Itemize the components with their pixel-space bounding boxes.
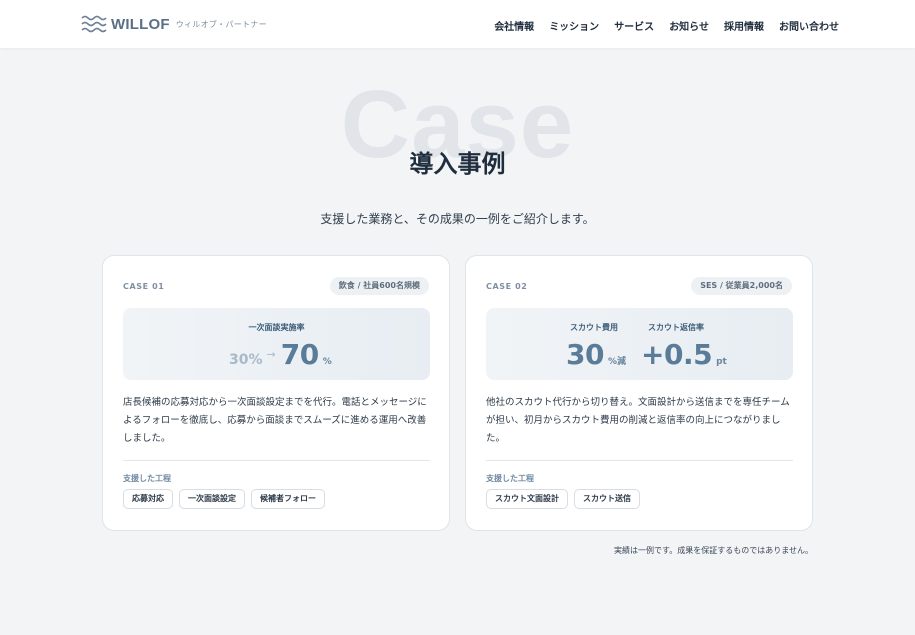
logo-text: WILLOF — [111, 15, 170, 33]
metric-after-value: 70 — [280, 338, 319, 371]
nav-contact[interactable]: お問い合わせ — [779, 18, 839, 33]
metric-label: 一次面談実施率 — [248, 323, 305, 332]
process-chip: スカウト文面設計 — [486, 489, 568, 509]
metric-cost-unit: %減 — [607, 357, 626, 367]
main-nav: 会社情報 ミッション サービス お知らせ 採用情報 お問い合わせ — [494, 18, 839, 33]
process-label: 支援した工程 — [486, 474, 534, 483]
case-label: CASE 02 — [486, 282, 528, 291]
nav-news[interactable]: お知らせ — [669, 18, 709, 33]
industry-tag: 飲食 / 社員600名規模 — [329, 277, 429, 295]
metric-cost-value: 30 — [566, 338, 604, 371]
metric-label-cost: スカウト費用 — [570, 323, 618, 332]
divider — [486, 460, 793, 461]
section-subtitle: 支援した業務と、その成果の一例をご紹介します。 — [320, 212, 595, 226]
process-chip: 一次面談設定 — [179, 489, 245, 509]
nav-company[interactable]: 会社情報 — [494, 18, 534, 33]
nav-service[interactable]: サービス — [614, 18, 654, 33]
logo-subtext: ウィルオブ・パートナー — [175, 19, 267, 29]
case-label: CASE 01 — [123, 282, 165, 291]
nav-mission[interactable]: ミッション — [549, 18, 599, 33]
process-chip: 候補者フォロー — [251, 489, 325, 509]
process-chip: スカウト送信 — [574, 489, 640, 509]
arrow-right-icon: → — [266, 348, 276, 361]
metric-after-unit: % — [322, 357, 332, 367]
process-chips: スカウト文面設計 スカウト送信 — [486, 489, 640, 509]
metric-panel: 一次面談実施率 30% → 70 % — [123, 308, 430, 380]
divider — [123, 460, 430, 461]
case-description: 他社のスカウト代行から切り替え。文面設計から送信までを専任チームが担い、初月から… — [486, 397, 790, 444]
industry-tag: SES / 従業員2,000名 — [691, 277, 792, 295]
nav-recruit[interactable]: 採用情報 — [724, 18, 764, 33]
case-description: 店長候補の応募対応から一次面談設定までを代行。電話とメッセージによるフォローを徹… — [123, 397, 427, 444]
metric-reply-unit: pt — [716, 357, 727, 367]
metric-values: 30% → 70 % — [229, 338, 332, 371]
process-chips: 応募対応 一次面談設定 候補者フォロー — [123, 489, 325, 509]
logo[interactable]: WILLOF ウィルオブ・パートナー — [81, 14, 267, 34]
disclaimer-note: 実績は一例です。成果を保証するものではありません。 — [614, 546, 813, 555]
metric-panel: スカウト費用 スカウト返信率 30 %減 +0.5 pt — [486, 308, 793, 380]
waves-icon — [81, 15, 107, 33]
metric-label-reply-rate: スカウト返信率 — [648, 323, 704, 332]
metric-value-cost: 30 %減 — [566, 338, 626, 371]
process-label: 支援した工程 — [123, 474, 171, 483]
case-card-01: CASE 01 飲食 / 社員600名規模 一次面談実施率 30% → 70 %… — [102, 255, 450, 531]
metric-value-reply-rate: +0.5 pt — [641, 338, 727, 371]
metric-before-value: 30% — [229, 352, 263, 368]
section-title: 導入事例 — [409, 150, 506, 178]
site-header: WILLOF ウィルオブ・パートナー 会社情報 ミッション サービス お知らせ … — [0, 0, 915, 48]
case-card-02: CASE 02 SES / 従業員2,000名 スカウト費用 スカウト返信率 3… — [465, 255, 813, 531]
metric-reply-value: +0.5 — [641, 338, 713, 371]
process-chip: 応募対応 — [123, 489, 173, 509]
